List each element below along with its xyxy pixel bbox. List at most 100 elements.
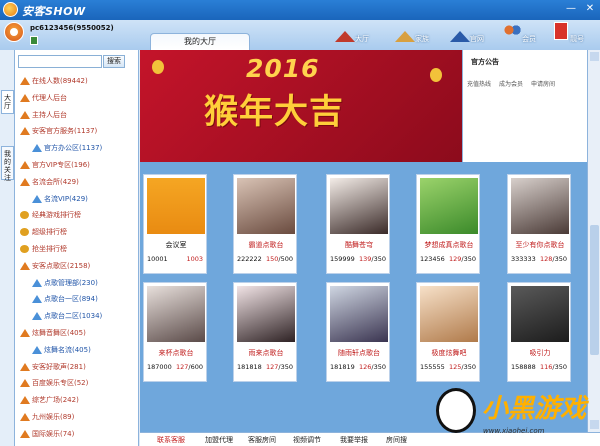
room-thumbnail [330, 178, 388, 234]
room-card[interactable]: 雨来点歌台 181818 127/350 [233, 282, 297, 382]
room-id: 123456 [420, 255, 445, 263]
footer-link[interactable]: 客服房间 [248, 435, 276, 445]
sidebar-item[interactable]: 在线人数(89442) [17, 73, 137, 90]
number-icon [554, 22, 568, 40]
search-button[interactable]: 搜索 [103, 55, 125, 68]
house-icon [20, 177, 30, 186]
room-card[interactable]: 梦想成真点歌台 123456 129/350 [416, 174, 480, 274]
footer-link[interactable]: 联系客服 [157, 435, 185, 445]
nav-hall[interactable]: 大厅 [333, 22, 373, 48]
lantern-icon [152, 60, 164, 74]
footer-link[interactable]: 我要举报 [340, 435, 368, 445]
nav-vip-number[interactable]: 靓号 [552, 22, 592, 48]
tab-my-follow[interactable]: 我的关注 [1, 146, 14, 182]
house-icon [20, 328, 30, 337]
room-online: 125 [448, 363, 462, 371]
sidebar-item[interactable]: 九州娱乐(89) [17, 409, 137, 426]
home-icon [450, 22, 470, 42]
notice-link[interactable]: 成为会员 [499, 81, 523, 88]
room-card[interactable]: 吸引力 158888 116/350 [507, 282, 571, 382]
room-card[interactable]: 来杯点歌台 187000 127/600 [143, 282, 207, 382]
close-button[interactable]: ✕ [582, 2, 598, 16]
room-capacity: 350 [373, 255, 386, 263]
username: pc6123456(9550052) [30, 24, 114, 32]
sidebar-item[interactable]: 中年专区(87) [17, 443, 137, 446]
room-id: 155555 [420, 363, 445, 371]
room-card[interactable]: 极度炫舞吧 155555 125/350 [416, 282, 480, 382]
house-icon [32, 312, 42, 321]
sidebar-item[interactable]: 官方VIP专区(196) [17, 157, 137, 174]
sidebar-item[interactable]: 点歌台一区(894) [17, 291, 137, 308]
room-card[interactable]: 酷舞苍穹 159999 139/350 [326, 174, 390, 274]
room-online: 139 [358, 255, 372, 263]
sidebar-item[interactable]: 百度娱乐专区(52) [17, 375, 137, 392]
room-thumbnail [330, 286, 388, 342]
room-id: 222222 [237, 255, 262, 263]
room-thumbnail [147, 178, 205, 234]
house-icon [32, 194, 42, 203]
sidebar-item[interactable]: 经典游戏排行榜 [17, 207, 137, 224]
room-thumbnail [147, 286, 205, 342]
notice-link[interactable]: 申请房间 [531, 81, 555, 88]
sidebar-tabs: 大厅 我的关注 [0, 50, 15, 446]
banner[interactable]: 2016 猴年大吉 [140, 50, 462, 162]
sidebar-item[interactable]: 国际娱乐(74) [17, 426, 137, 443]
room-card[interactable]: 会议室 10001 1003 [143, 174, 207, 274]
room-card[interactable]: 随雨轩点歌台 181819 126/350 [326, 282, 390, 382]
room-id: 333333 [511, 255, 536, 263]
nav-members[interactable]: 会员 [500, 22, 540, 48]
sidebar-item-label: 百度娱乐专区(52) [32, 379, 89, 388]
sidebar-item[interactable]: 官方办公区(1137) [17, 140, 137, 157]
house-icon [20, 396, 30, 405]
notice-link[interactable]: 充值热线 [467, 81, 491, 88]
sidebar-item[interactable]: 超级排行榜 [17, 224, 137, 241]
sidebar-item[interactable]: 炫舞音舞区(405) [17, 325, 137, 342]
house-icon [20, 429, 30, 438]
sidebar-item[interactable]: 代理人后台 [17, 90, 137, 107]
footer-link[interactable]: 加盟代理 [205, 435, 233, 445]
scroll-up-icon[interactable] [590, 52, 599, 61]
sidebar-item[interactable]: 名流VIP(429) [17, 191, 137, 208]
sidebar-item[interactable]: 安客官方服务(1137) [17, 123, 137, 140]
footer-link[interactable]: 房间搜 [386, 435, 407, 445]
room-count: 128/350 [540, 255, 567, 263]
room-online: 116 [539, 363, 553, 371]
tab-hall[interactable]: 大厅 [1, 90, 14, 114]
sidebar-item[interactable]: 名流会所(429) [17, 174, 137, 191]
avatar[interactable] [4, 22, 24, 42]
sidebar-item[interactable]: 抢坐排行榜 [17, 241, 137, 258]
search-input[interactable] [18, 55, 102, 68]
badge-icon [20, 228, 29, 237]
sidebar-item-label: 安客点歌区(2158) [32, 261, 91, 270]
sidebar-item[interactable]: 点歌台二区(1034) [17, 308, 137, 325]
nav-website[interactable]: 官网 [448, 22, 488, 48]
room-card[interactable]: 霸道点歌台 222222 150/500 [233, 174, 297, 274]
room-card[interactable]: 至少有你点歌台 333333 128/350 [507, 174, 571, 274]
minimize-button[interactable]: — [563, 2, 579, 16]
tab-my-hall[interactable]: 我的大厅 [150, 33, 250, 50]
sidebar-item[interactable]: 炫舞名流(405) [17, 342, 137, 359]
sidebar-item[interactable]: 点歌管理部(230) [17, 275, 137, 292]
watermark: 小黑游戏 www.xiaohei.com [430, 383, 600, 443]
room-name: 雨来点歌台 [248, 349, 284, 357]
footer-link[interactable]: 视频调节 [293, 435, 321, 445]
room-capacity: 600 [190, 363, 203, 371]
sidebar-item[interactable]: 安客点歌区(2158) [17, 258, 137, 275]
house-icon [20, 261, 30, 270]
scroll-thumb[interactable] [590, 225, 599, 355]
sidebar-item-label: 综艺广场(242) [32, 396, 79, 405]
sidebar-item[interactable]: 主持人后台 [17, 107, 137, 124]
room-capacity: 500 [280, 255, 293, 263]
room-capacity: 350 [280, 363, 293, 371]
panda-icon [436, 388, 476, 433]
sidebar-item-label: 点歌台一区(894) [44, 295, 98, 304]
notice-links: 充值热线 成为会员 申请房间 [467, 79, 563, 88]
nav-family[interactable]: 家族 [393, 22, 433, 48]
room-online: 127 [175, 363, 189, 371]
room-thumbnail [237, 286, 295, 342]
sidebar-item[interactable]: 安客好歌声(281) [17, 359, 137, 376]
sidebar-item[interactable]: 综艺广场(242) [17, 392, 137, 409]
room-name: 吸引力 [529, 349, 551, 357]
room-count: 127/350 [266, 363, 293, 371]
scrollbar[interactable] [587, 50, 600, 432]
